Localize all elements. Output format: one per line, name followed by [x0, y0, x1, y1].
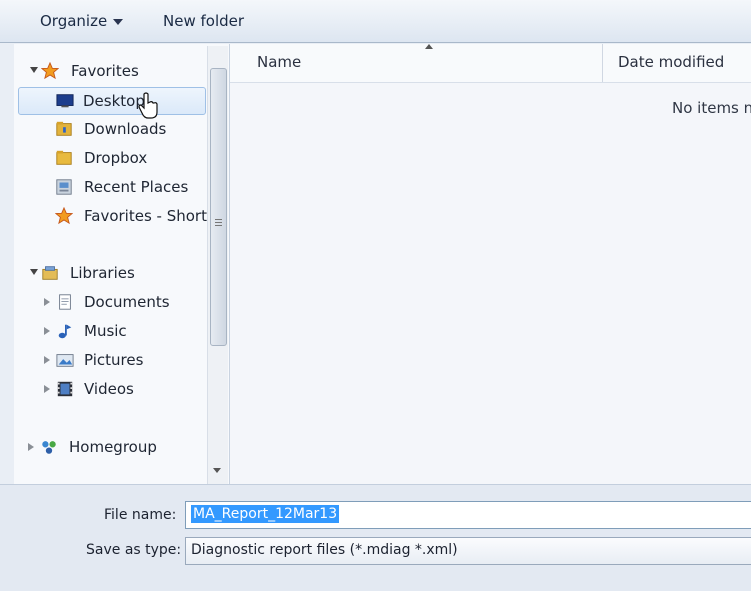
nav-group-homegroup[interactable]: Homegroup	[14, 434, 204, 460]
save-as-type-label: Save as type:	[86, 542, 182, 558]
column-header-date-modified[interactable]: Date modified	[618, 53, 724, 71]
videos-icon	[57, 381, 73, 397]
file-name-label: File name:	[104, 507, 177, 523]
nav-group-favorites[interactable]: Favorites	[14, 58, 204, 84]
nav-item-dropbox[interactable]: Dropbox	[14, 145, 204, 171]
nav-label: Favorites	[71, 62, 139, 80]
column-header-row: Name Date modified	[230, 44, 751, 83]
nav-label: Downloads	[84, 120, 167, 138]
expand-arrow-icon[interactable]	[44, 356, 50, 364]
file-list-pane[interactable]: Name Date modified No items n	[230, 44, 751, 484]
file-name-value[interactable]: MA_Report_12Mar13	[191, 505, 340, 523]
new-folder-button[interactable]: New folder	[163, 12, 244, 30]
expand-arrow-icon[interactable]	[44, 327, 50, 335]
downloads-folder-icon	[56, 121, 72, 136]
nav-item-recent-places[interactable]: Recent Places	[14, 174, 204, 200]
expand-arrow-icon[interactable]	[44, 298, 50, 306]
save-as-type-select[interactable]: Diagnostic report files (*.mdiag *.xml)	[185, 537, 751, 565]
nav-item-pictures[interactable]: Pictures	[14, 347, 204, 373]
organize-button[interactable]: Organize	[40, 12, 124, 30]
nav-label: Pictures	[84, 351, 144, 369]
nav-label: Dropbox	[84, 149, 148, 167]
documents-icon	[59, 294, 71, 310]
nav-item-downloads[interactable]: Downloads	[14, 116, 204, 142]
dropbox-folder-icon	[56, 150, 72, 165]
favorites-star-icon	[55, 207, 73, 225]
nav-label: Favorites - Shortc	[84, 207, 216, 225]
navigation-pane: Favorites Desktop Downloads Dropbox Rece…	[14, 44, 230, 484]
expand-arrow-icon[interactable]	[30, 269, 38, 275]
scroll-down-arrow-icon[interactable]	[213, 468, 221, 473]
save-as-type-value: Diagnostic report files (*.mdiag *.xml)	[191, 542, 458, 558]
expand-arrow-icon[interactable]	[44, 385, 50, 393]
nav-item-favorites-shortcut[interactable]: Favorites - Shortc	[14, 203, 215, 229]
nav-label: Documents	[84, 293, 170, 311]
column-divider[interactable]	[602, 44, 603, 82]
nav-group-libraries[interactable]: Libraries	[14, 260, 204, 286]
sort-ascending-icon	[425, 44, 433, 49]
column-header-name[interactable]: Name	[257, 53, 301, 71]
file-name-input[interactable]: MA_Report_12Mar13	[185, 501, 751, 529]
grip-icon	[215, 219, 222, 220]
nav-label: Desktop	[83, 92, 145, 110]
toolbar: Organize New folder	[0, 0, 751, 43]
homegroup-icon	[42, 441, 56, 454]
nav-scrollbar[interactable]	[207, 46, 228, 484]
nav-item-videos[interactable]: Videos	[14, 376, 204, 402]
nav-label: Videos	[84, 380, 134, 398]
desktop-icon	[56, 94, 74, 108]
organize-label: Organize	[40, 12, 108, 30]
hand-cursor-icon	[138, 92, 158, 119]
empty-folder-message: No items n	[672, 99, 751, 117]
favorites-star-icon	[41, 62, 59, 80]
libraries-icon	[42, 266, 58, 280]
music-icon	[58, 324, 72, 339]
chevron-down-icon	[113, 18, 124, 25]
scroll-thumb[interactable]	[210, 68, 227, 346]
pictures-icon	[56, 354, 74, 367]
nav-label: Homegroup	[69, 438, 157, 456]
nav-item-music[interactable]: Music	[14, 318, 204, 344]
nav-label: Music	[84, 322, 127, 340]
save-fields-panel: File name: MA_Report_12Mar13 Save as typ…	[0, 484, 751, 591]
expand-arrow-icon[interactable]	[28, 443, 34, 451]
nav-label: Libraries	[70, 264, 135, 282]
recent-places-icon	[56, 179, 72, 195]
nav-item-desktop[interactable]: Desktop	[18, 87, 206, 115]
nav-item-documents[interactable]: Documents	[14, 289, 204, 315]
nav-label: Recent Places	[84, 178, 189, 196]
expand-arrow-icon[interactable]	[30, 67, 38, 73]
